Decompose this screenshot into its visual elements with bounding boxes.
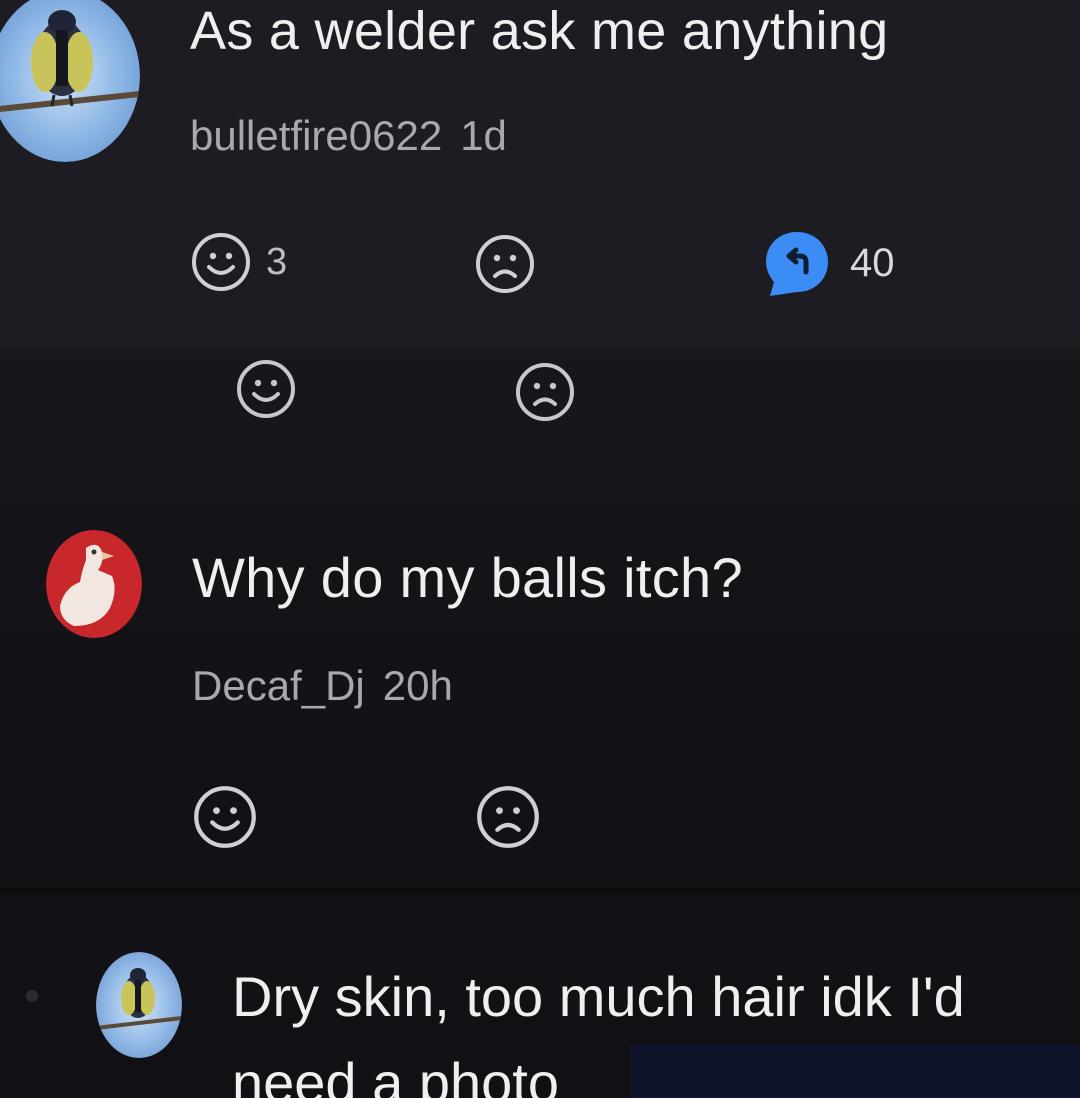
secondary-dislike-button[interactable] <box>514 361 576 423</box>
reply-bubble-icon <box>766 232 828 296</box>
comment-text[interactable]: Why do my balls itch? <box>192 545 743 610</box>
post-dislike-button[interactable] <box>474 233 536 295</box>
thread-dot <box>26 990 38 1002</box>
comment-like-button[interactable] <box>192 784 258 850</box>
duck-avatar-image <box>46 530 142 638</box>
post-reply-button[interactable]: 40 <box>762 228 895 298</box>
comment-time: 20h <box>382 662 453 709</box>
post-like-button[interactable]: 3 <box>190 231 287 293</box>
frown-icon <box>477 786 539 848</box>
reply-text-line2[interactable]: need a photo <box>232 1050 559 1098</box>
post-title[interactable]: As a welder ask me anything <box>190 0 888 62</box>
post-time: 1d <box>460 112 507 159</box>
post-meta: bulletfire0622 1d <box>190 112 507 160</box>
smiley-icon <box>194 786 256 848</box>
reply-text-line1[interactable]: Dry skin, too much hair idk I'd <box>232 964 965 1029</box>
post-like-count: 3 <box>266 240 288 283</box>
comment-author-avatar[interactable] <box>46 530 142 638</box>
secondary-like-button[interactable] <box>235 358 297 420</box>
bird-avatar-image <box>96 952 182 1058</box>
frown-icon <box>516 363 574 421</box>
keyboard-edge <box>630 1044 1080 1098</box>
smiley-icon <box>237 360 295 418</box>
app-screen: As a welder ask me anything bulletfire06… <box>0 0 1080 1098</box>
comment-dislike-button[interactable] <box>475 784 541 850</box>
frown-icon <box>476 235 534 293</box>
comment-meta: Decaf_Dj 20h <box>192 662 453 710</box>
section-divider <box>0 888 1080 894</box>
comment-username[interactable]: Decaf_Dj <box>192 662 365 709</box>
smiley-icon <box>192 233 250 291</box>
post-username[interactable]: bulletfire0622 <box>190 112 442 159</box>
reply-author-avatar[interactable] <box>96 952 182 1058</box>
post-reply-count: 40 <box>850 240 895 285</box>
